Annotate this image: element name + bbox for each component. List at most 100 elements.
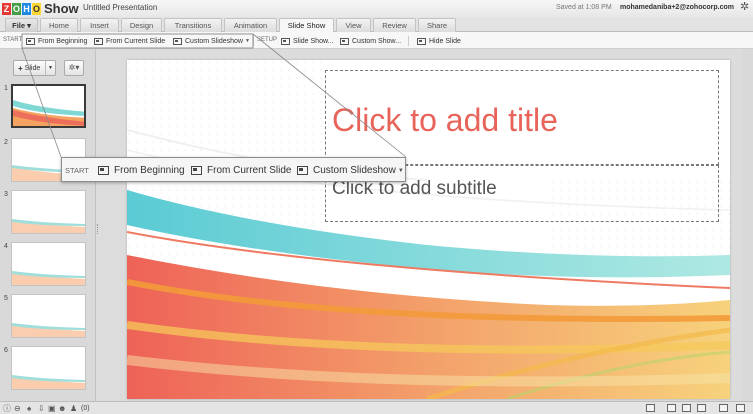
link-icon[interactable]: ⊖: [14, 404, 21, 413]
play-view-icon[interactable]: [719, 404, 728, 412]
start-group-label: START: [65, 166, 89, 175]
logo-word: Show: [44, 1, 79, 16]
slide-number: 1: [4, 85, 8, 92]
slideshow-icon: [98, 166, 109, 175]
users-icon[interactable]: ☻: [58, 404, 66, 413]
thumbnail-image[interactable]: [11, 84, 86, 128]
thumbnail-art: [12, 271, 85, 285]
tab-review[interactable]: Review: [373, 18, 416, 32]
slideshow-icon: [281, 37, 290, 45]
slide-thumbnail[interactable]: 6: [0, 346, 96, 394]
gear-icon[interactable]: ✲: [740, 2, 751, 13]
start-group-label: START: [3, 37, 23, 43]
slideshow-icon: [173, 37, 182, 45]
tab-animation[interactable]: Animation: [224, 18, 277, 32]
thumbnail-image[interactable]: [11, 242, 86, 286]
slide-number: 3: [4, 191, 8, 198]
custom-slideshow-label: Custom Slideshow: [313, 165, 396, 176]
status-bar: ⓘ ⊖ ♠ ⇩ ▣ ☻ ♟ (0): [0, 401, 753, 414]
slideshow-icon: [191, 166, 202, 175]
tab-home[interactable]: Home: [40, 18, 78, 32]
thumbnail-art: [12, 323, 85, 337]
slide-number: 2: [4, 139, 8, 146]
logo-letter-o: O: [12, 2, 21, 15]
chat-count: (0): [81, 405, 90, 412]
from-beginning-label: From Beginning: [114, 165, 185, 176]
slide-thumbnail-panel: + Slide ▼ ✲▾ 1 2 3 4 5 6: [0, 49, 96, 401]
plus-icon: +: [18, 63, 23, 73]
tab-transitions[interactable]: Transitions: [164, 18, 222, 32]
slide-canvas[interactable]: Click to add title Click to add subtitle: [127, 60, 730, 399]
logo-letter-o: O: [32, 2, 41, 15]
saved-status: Saved at 1:08 PM: [556, 4, 612, 11]
slide-number: 5: [4, 295, 8, 302]
hide-slide-icon: [417, 37, 426, 45]
normal-view-icon[interactable]: [667, 404, 676, 412]
from-current-slide-label: From Current Slide: [207, 165, 292, 176]
slide-show-setup-label: Slide Show...: [293, 37, 334, 45]
chat-icon[interactable]: ▣: [48, 404, 56, 413]
tab-insert[interactable]: Insert: [80, 18, 119, 32]
fullscreen-icon[interactable]: [736, 404, 745, 412]
tab-design[interactable]: Design: [121, 18, 162, 32]
slide-show-setup-button[interactable]: Slide Show...: [281, 36, 333, 46]
thumbnail-image[interactable]: [11, 294, 86, 338]
slideshow-icon: [26, 37, 35, 45]
add-slide-label: Slide: [24, 64, 41, 72]
chevron-down-icon[interactable]: ▼: [45, 61, 55, 75]
slide-thumbnail[interactable]: 4: [0, 242, 96, 290]
chevron-down-icon: ▼: [397, 167, 404, 174]
custom-show-label: Custom Show...: [352, 37, 402, 45]
tab-share[interactable]: Share: [418, 18, 456, 32]
thumbnail-art: [13, 100, 84, 126]
document-title[interactable]: Untitled Presentation: [83, 3, 157, 12]
slide-thumbnail[interactable]: 5: [0, 294, 96, 342]
slide-number: 6: [4, 347, 8, 354]
from-beginning-button[interactable]: From Beginning: [98, 164, 185, 177]
gear-icon: ✲▾: [68, 63, 80, 72]
logo-letter-h: H: [22, 2, 31, 15]
outline-view-icon[interactable]: [697, 404, 706, 412]
grid-view-icon[interactable]: [682, 404, 691, 412]
from-beginning-button[interactable]: From Beginning: [26, 36, 87, 46]
panel-resize-handle[interactable]: [97, 224, 99, 234]
ribbon-divider: [253, 36, 254, 46]
from-current-slide-button[interactable]: From Current Slide: [191, 164, 291, 177]
slideshow-ribbon: START From Beginning From Current Slide …: [0, 32, 753, 49]
user-email[interactable]: mohamedaniba+2@zohocorp.com: [620, 4, 734, 11]
setup-group-label: SETUP: [257, 37, 278, 43]
slide-settings-button[interactable]: ✲▾: [64, 60, 84, 76]
hide-slide-button[interactable]: Hide Slide: [417, 36, 461, 46]
ribbon-divider: [408, 36, 409, 46]
download-icon[interactable]: ⇩: [38, 404, 45, 413]
slideshow-icon: [340, 37, 349, 45]
user-icon[interactable]: ♟: [70, 404, 77, 413]
top-bar: ZOHO Show Untitled Presentation Saved at…: [0, 0, 753, 18]
bell-icon[interactable]: ♠: [27, 404, 31, 413]
zoho-show-logo[interactable]: ZOHO Show: [2, 1, 79, 16]
from-beginning-label: From Beginning: [38, 37, 88, 45]
vertical-scrollbar[interactable]: [741, 49, 753, 401]
logo-letter-z: Z: [2, 2, 11, 15]
add-slide-button[interactable]: + Slide ▼: [13, 60, 56, 76]
from-current-slide-button[interactable]: From Current Slide: [94, 36, 165, 46]
tab-slide-show[interactable]: Slide Show: [279, 18, 334, 33]
custom-slideshow-label: Custom Slideshow: [185, 37, 243, 45]
notes-view-icon[interactable]: [646, 404, 655, 412]
slideshow-icon: [297, 166, 308, 175]
slide-thumbnail[interactable]: 1: [0, 84, 96, 132]
thumbnail-art: [12, 375, 85, 389]
custom-show-button[interactable]: Custom Show...: [340, 36, 401, 46]
slide-thumbnail[interactable]: 3: [0, 190, 96, 238]
thumbnail-image[interactable]: [11, 190, 86, 234]
tab-view[interactable]: View: [336, 18, 371, 32]
thumbnail-image[interactable]: [11, 346, 86, 390]
title-placeholder[interactable]: Click to add title: [325, 70, 719, 165]
info-icon[interactable]: ⓘ: [3, 404, 11, 413]
tab-file[interactable]: File ▾: [5, 18, 38, 32]
slide-number: 4: [4, 243, 8, 250]
custom-slideshow-button[interactable]: Custom Slideshow ▼: [173, 36, 250, 46]
zoomed-ribbon-popup: START From Beginning From Current Slide …: [61, 157, 406, 182]
from-current-slide-label: From Current Slide: [106, 37, 166, 45]
custom-slideshow-button[interactable]: Custom Slideshow ▼: [297, 164, 404, 177]
